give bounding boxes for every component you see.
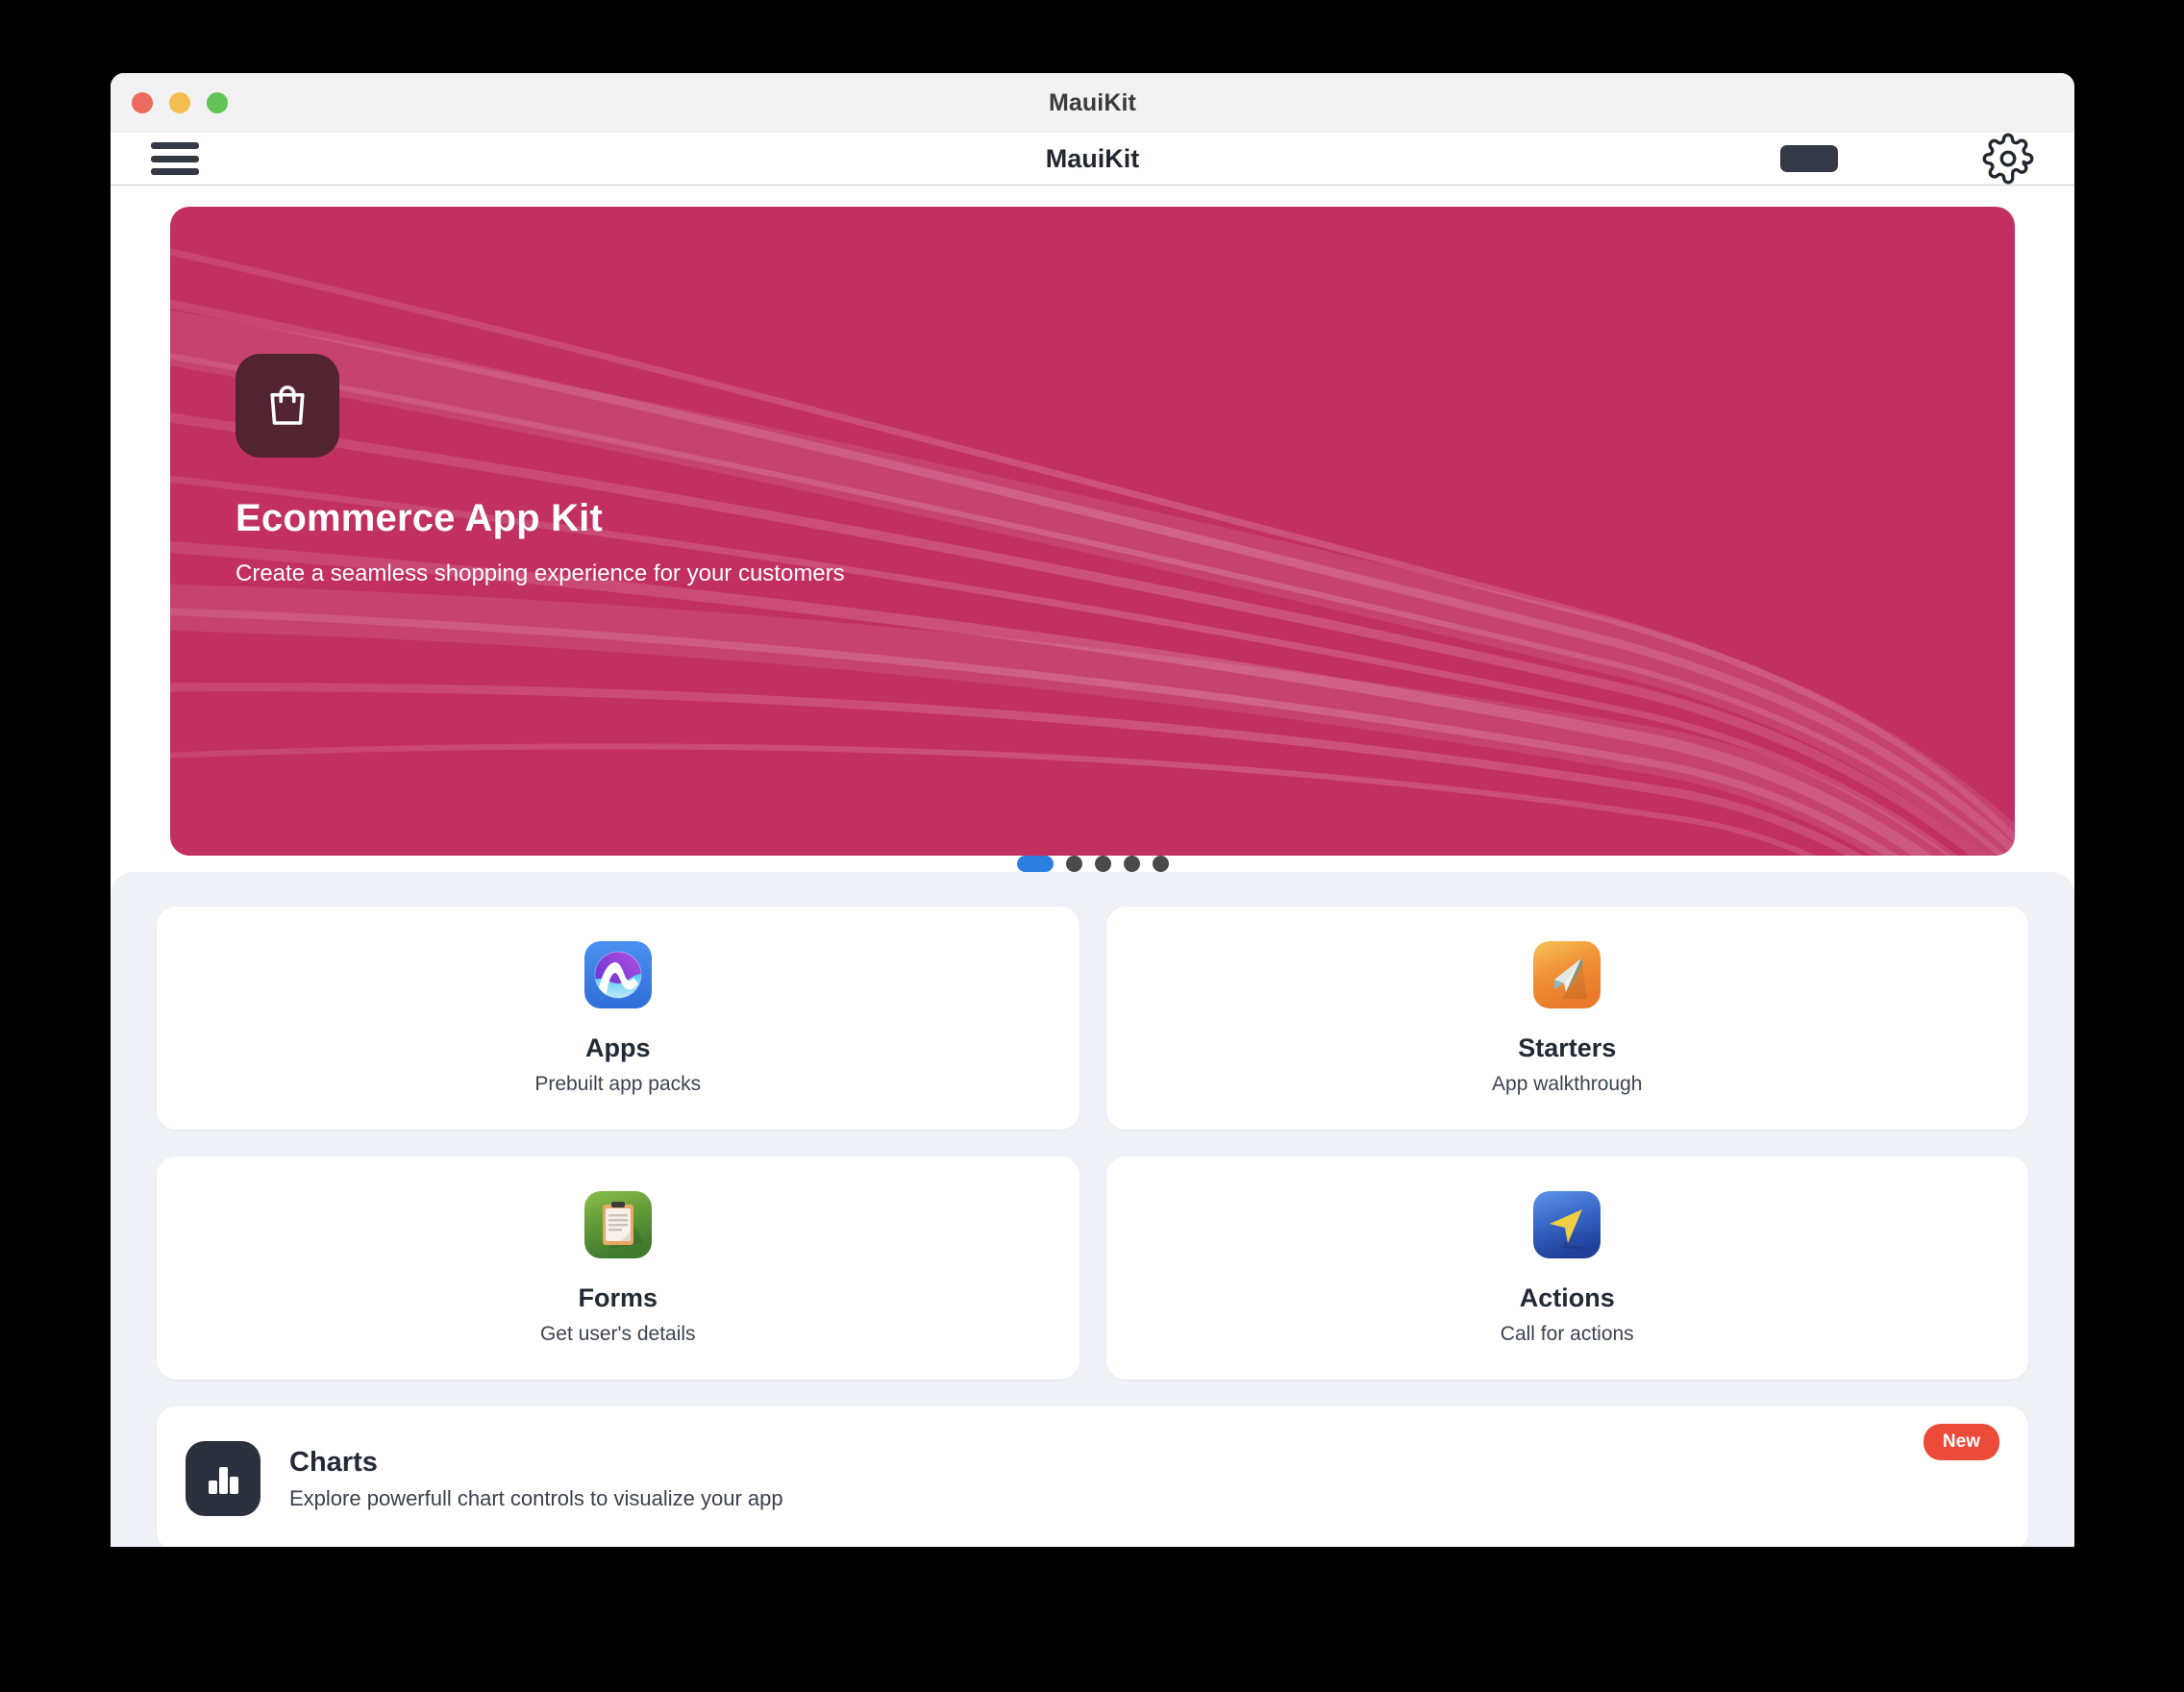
gear-icon[interactable] — [1982, 133, 2034, 185]
paper-plane-icon — [1533, 940, 1601, 1008]
close-window-button[interactable] — [132, 92, 153, 113]
carousel-dot-1[interactable] — [1016, 856, 1054, 872]
list-item-subtitle: Explore powerfull chart controls to visu… — [289, 1485, 783, 1510]
tile-starters[interactable]: Starters App walkthrough — [1105, 907, 2028, 1130]
theme-toggle-chip[interactable] — [1780, 145, 1838, 172]
tile-forms[interactable]: Forms Get user's details — [157, 1157, 1080, 1380]
carousel-slide-subtitle: Create a seamless shopping experience fo… — [236, 560, 845, 586]
shopping-bag-icon — [236, 354, 339, 458]
status-badge-new: New — [1923, 1424, 1999, 1460]
carousel-dot-4[interactable] — [1123, 856, 1140, 872]
list-item-text: Charts Explore powerfull chart controls … — [289, 1447, 783, 1511]
content-area: Apps Prebuilt app packs Starters App wal… — [111, 872, 2074, 1547]
app-window: MauiKit MauiKit Ecommerce App Kit Create… — [111, 73, 2074, 1547]
tile-subtitle: Get user's details — [539, 1322, 696, 1345]
bar-chart-icon — [186, 1441, 261, 1516]
list-item-charts[interactable]: Charts Explore powerfull chart controls … — [157, 1406, 2028, 1547]
minimize-window-button[interactable] — [169, 92, 190, 113]
carousel-pager — [111, 856, 2074, 872]
toolbar-actions — [1780, 133, 2034, 185]
tile-subtitle: App walkthrough — [1492, 1072, 1643, 1095]
carousel-dot-2[interactable] — [1065, 856, 1082, 872]
carousel-region: Ecommerce App Kit Create a seamless shop… — [111, 186, 2074, 856]
tile-title: Actions — [1519, 1282, 1615, 1312]
carousel-slide-ecommerce[interactable]: Ecommerce App Kit Create a seamless shop… — [170, 207, 2015, 856]
tile-title: Forms — [578, 1282, 658, 1312]
tile-title: Apps — [585, 1033, 651, 1062]
traffic-light-buttons — [132, 92, 228, 113]
tile-actions[interactable]: Actions Call for actions — [1105, 1157, 2028, 1380]
maximize-window-button[interactable] — [207, 92, 228, 113]
carousel-dot-5[interactable] — [1152, 856, 1169, 872]
list-item-title: Charts — [289, 1446, 378, 1478]
feature-tile-grid: Apps Prebuilt app packs Starters App wal… — [157, 907, 2028, 1380]
tile-subtitle: Call for actions — [1500, 1322, 1634, 1345]
app-toolbar: MauiKit — [111, 133, 2074, 186]
tile-apps[interactable]: Apps Prebuilt app packs — [157, 907, 1080, 1130]
tile-subtitle: Prebuilt app packs — [534, 1072, 702, 1095]
carousel-dot-3[interactable] — [1094, 856, 1111, 872]
clipboard-icon — [583, 1190, 652, 1258]
cursor-arrow-icon — [1533, 1190, 1601, 1258]
carousel-slide-title: Ecommerce App Kit — [236, 497, 604, 539]
window-title: MauiKit — [1049, 88, 1136, 116]
tile-title: Starters — [1518, 1033, 1617, 1062]
maui-logo-icon — [583, 940, 652, 1008]
hamburger-menu-icon[interactable] — [151, 142, 199, 175]
window-titlebar: MauiKit — [111, 73, 2074, 133]
